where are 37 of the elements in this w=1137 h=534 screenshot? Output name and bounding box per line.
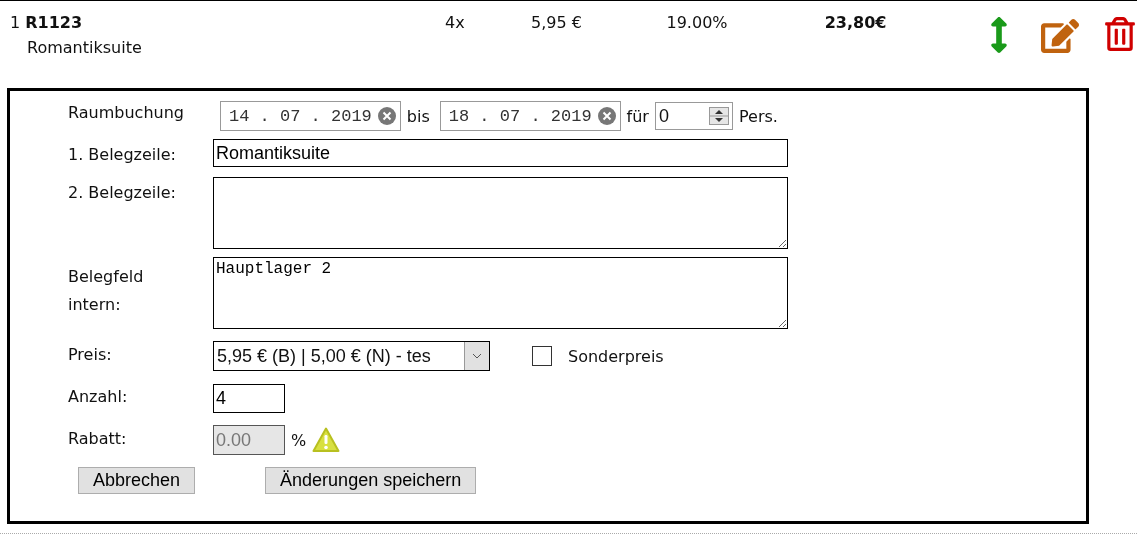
range-label: bis — [406, 106, 430, 126]
field-label: 1. Belegzeile: — [68, 144, 177, 166]
field-label: Raumbuchung — [68, 102, 185, 124]
checkbox[interactable] — [532, 346, 552, 366]
item-number: 1 — [10, 13, 21, 32]
persons-prefix: für — [626, 106, 649, 126]
spinner-icon — [708, 107, 729, 125]
item-tax: 19.00% — [666, 12, 729, 34]
item-name: Romantiksuite — [26, 38, 143, 57]
date-field[interactable]: 14 . 07 . 2019 — [220, 101, 401, 131]
persons-unit: Pers. — [738, 106, 778, 126]
item-quantity: 4x — [445, 12, 466, 34]
item-price: 5,95 € — [531, 12, 583, 34]
text-area[interactable] — [213, 177, 788, 249]
field-label: Anzahl: — [68, 386, 129, 408]
item-code: R1123 — [25, 13, 83, 32]
trash-icon[interactable] — [1103, 17, 1137, 51]
clear-icon[interactable] — [377, 107, 396, 125]
warning-icon — [312, 427, 341, 453]
field-label: Rabatt: — [68, 428, 128, 450]
number-field[interactable]: 4 — [213, 384, 285, 413]
edit-icon[interactable] — [1041, 17, 1079, 55]
field-label: Preis: — [68, 344, 113, 366]
field-label: Belegfeld intern: — [68, 266, 145, 316]
clear-icon[interactable] — [597, 107, 616, 125]
chevron-down-icon — [472, 353, 482, 359]
text-field[interactable]: Romantiksuite — [213, 139, 788, 167]
field-label: 2. Belegzeile: — [68, 182, 177, 204]
date-field[interactable]: 18 . 07 . 2019 — [439, 101, 621, 131]
price-select[interactable]: 5,95 € (B) | 5,00 € (N) - tes — [213, 341, 490, 371]
save-button[interactable]: Änderungen speichern — [265, 467, 477, 494]
cancel-button[interactable]: Abbrechen — [78, 467, 196, 494]
text-area[interactable]: Hauptlager 2 — [213, 257, 788, 329]
percent-sign: % — [291, 430, 307, 450]
number-field[interactable]: 0 — [654, 102, 733, 130]
checkbox-label: Sonderpreis — [568, 346, 664, 366]
item-total: 23,80€ — [824, 12, 888, 34]
